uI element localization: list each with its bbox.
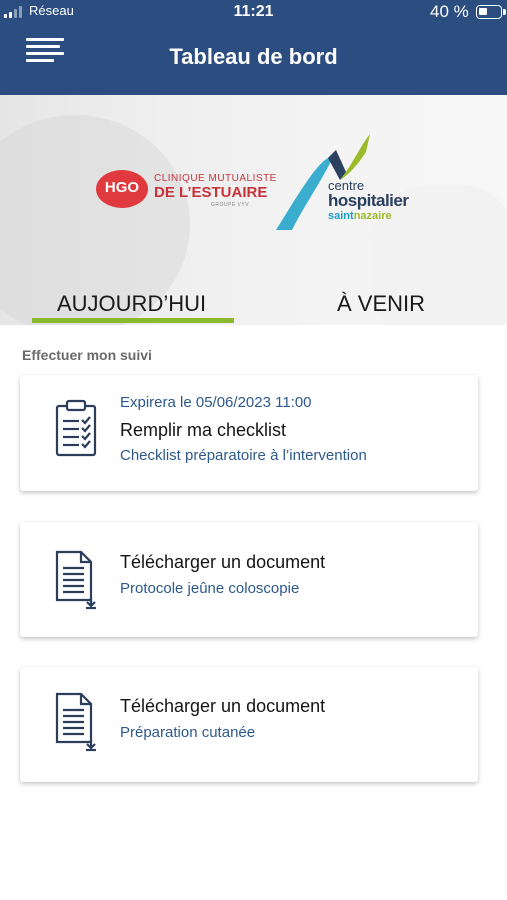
card-subtitle: Protocole jeûne coloscopie: [120, 580, 300, 597]
tab-upcoming[interactable]: À VENIR: [337, 291, 425, 317]
checklist-card[interactable]: Expirera le 05/06/2023 11:00 Remplir ma …: [20, 375, 478, 491]
card-title: Télécharger un document: [120, 552, 326, 572]
hgo-logo-line3: GROUPE VYV: [211, 202, 250, 208]
section-title: Effectuer mon suivi: [22, 347, 152, 363]
status-bar: Réseau 11:21 40 %: [0, 0, 507, 26]
page-title: Tableau de bord: [169, 44, 338, 69]
card-title: Télécharger un document: [120, 696, 326, 716]
expiry-date: Expirera le 05/06/2023 11:00: [120, 394, 312, 411]
card-subtitle: Préparation cutanée: [120, 724, 256, 741]
document-card[interactable]: Télécharger un document Protocole jeûne …: [20, 522, 478, 637]
active-tab-indicator: [32, 318, 234, 323]
document-card[interactable]: Télécharger un document Préparation cuta…: [20, 667, 478, 782]
hgo-clinic-logo: HGO CLINIQUE MUTUALISTE DE L’ESTUAIRE GR…: [96, 170, 276, 210]
document-download-icon: [55, 692, 97, 757]
clipboard-checklist-icon: [55, 399, 97, 462]
tab-today[interactable]: AUJOURD’HUI: [57, 291, 206, 317]
card-title: Remplir ma checklist: [120, 420, 287, 440]
hospital-logo-nazaire: nazaire: [353, 210, 392, 222]
hospital-saint-nazaire-logo: centre hospitalier saintnazaire: [270, 130, 420, 245]
battery-percentage: 40 %: [430, 2, 469, 21]
hospital-logo-saint: saint: [328, 210, 354, 222]
card-subtitle: Checklist préparatoire à l’intervention: [120, 447, 367, 464]
hospital-logo-line3: saintnazaire: [328, 210, 392, 222]
battery-icon: [476, 5, 506, 19]
document-download-icon: [55, 550, 97, 615]
hospital-logo-line2: hospitalier: [328, 191, 409, 210]
hgo-logo-line2: DE L’ESTUAIRE: [154, 184, 268, 201]
hgo-badge: HGO: [96, 170, 148, 208]
hgo-logo-line1: CLINIQUE MUTUALISTE: [154, 173, 277, 184]
app-header: Réseau 11:21 40 % Tableau de bord: [0, 0, 507, 95]
